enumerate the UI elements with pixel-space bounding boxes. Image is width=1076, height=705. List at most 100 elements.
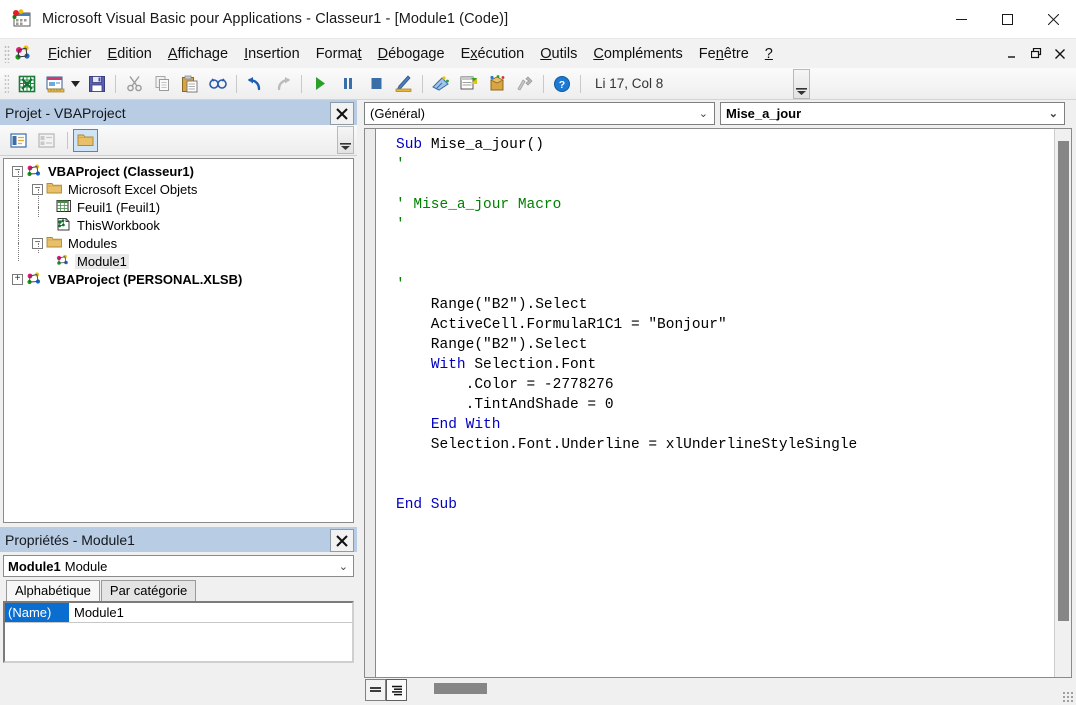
insert-userform-icon[interactable]	[42, 72, 68, 96]
object-browser-icon[interactable]	[484, 72, 510, 96]
properties-object-combo[interactable]: Module1 Module ⌄	[3, 555, 354, 577]
code-line: ' Mise_a_jour Macro	[396, 195, 1071, 215]
full-module-view-button[interactable]	[386, 679, 407, 701]
properties-tabs: Alphabétique Par catégorie	[6, 580, 357, 601]
redo-icon[interactable]	[270, 72, 296, 96]
tree-node-modules[interactable]: − Modules	[4, 225, 353, 252]
project-explorer-title-bar[interactable]: Projet - VBAProject	[0, 100, 357, 125]
project-explorer-close-button[interactable]	[330, 102, 354, 125]
code-horizontal-scroll-thumb[interactable]	[434, 683, 487, 694]
maximize-button[interactable]	[984, 0, 1030, 39]
toolbox-icon[interactable]	[512, 72, 538, 96]
window-resize-grip[interactable]	[1062, 691, 1074, 703]
tree-node-label: VBAProject (PERSONAL.XLSB)	[48, 271, 243, 287]
toolbar-separator	[115, 74, 116, 93]
view-code-icon[interactable]	[6, 129, 31, 152]
menu-complements[interactable]: Compléments	[586, 43, 689, 65]
close-button[interactable]	[1030, 0, 1076, 39]
tree-node-vbaproject-classeur1[interactable]: − VBAProject (Classeur1)	[4, 162, 353, 180]
tab-par-categorie[interactable]: Par catégorie	[100, 580, 197, 601]
view-object-icon[interactable]	[34, 129, 59, 152]
break-icon[interactable]	[335, 72, 361, 96]
menu-fenetre[interactable]: Fenêtre	[692, 43, 756, 65]
code-horizontal-scrollbar[interactable]	[417, 682, 1074, 698]
toolbar-separator	[543, 74, 544, 93]
tree-node-feuil1[interactable]: Feuil1 (Feuil1)	[4, 189, 353, 216]
code-line: Range("B2").Select	[396, 335, 1071, 355]
property-row[interactable]: (Name) Module1	[5, 603, 352, 623]
chevron-down-icon[interactable]: ⌄	[339, 560, 348, 573]
view-excel-icon[interactable]	[14, 72, 40, 96]
code-line: .Color = -2778276	[396, 375, 1071, 395]
menu-debogage[interactable]: Débogage	[371, 43, 452, 65]
design-mode-icon[interactable]	[391, 72, 417, 96]
vba-logo-icon	[14, 44, 34, 64]
chevron-down-icon[interactable]: ⌄	[1049, 107, 1058, 120]
code-token: Selection.Font	[474, 357, 597, 373]
property-value-cell[interactable]: Module1	[69, 603, 352, 622]
project-tree[interactable]: − VBAProject (Classeur1) − Microsoft Exc…	[3, 158, 354, 523]
tree-node-microsoft-excel-objets[interactable]: − Microsoft Excel Objets	[4, 171, 353, 198]
save-icon[interactable]	[84, 72, 110, 96]
chevron-down-icon[interactable]: ⌄	[699, 107, 708, 120]
tree-expander-icon[interactable]: +	[12, 273, 23, 285]
menu-fichier[interactable]: FFichierichier	[41, 43, 99, 65]
code-margin-indicator-bar[interactable]	[365, 129, 376, 677]
code-line: Selection.Font.Underline = xlUnderlineSt…	[396, 435, 1071, 455]
code-token: Selection.Font.Underline = xlUnderlineSt…	[396, 437, 858, 453]
cut-icon[interactable]	[121, 72, 147, 96]
menu-outils[interactable]: Outils	[533, 43, 584, 65]
vba-app-icon	[11, 9, 33, 29]
toolbar-grip-handle[interactable]	[4, 73, 9, 94]
menu-execution[interactable]: Exécution	[454, 43, 532, 65]
help-icon[interactable]: ?	[549, 72, 575, 96]
copy-icon[interactable]	[149, 72, 175, 96]
toggle-folders-icon[interactable]	[73, 128, 98, 152]
project-explorer-icon[interactable]	[428, 72, 454, 96]
code-token: Mise_a_jour()	[430, 137, 544, 153]
properties-title-bar[interactable]: Propriétés - Module1	[0, 527, 357, 552]
undo-icon[interactable]	[242, 72, 268, 96]
tree-node-module1[interactable]: Module1	[4, 243, 353, 270]
project-toolbar-overflow-button[interactable]	[337, 126, 354, 154]
code-token: End With	[430, 417, 501, 433]
tree-node-vbaproject-personal[interactable]: + VBAProject (PERSONAL.XLSB)	[4, 270, 353, 288]
code-vertical-scroll-thumb[interactable]	[1058, 141, 1069, 621]
properties-close-button[interactable]	[330, 529, 354, 552]
object-combo-value: (Général)	[370, 106, 425, 121]
code-editor-area[interactable]: Sub Mise_a_jour() ' ' Mise_a_jour Macro ' …	[364, 128, 1072, 678]
paste-icon[interactable]	[177, 72, 203, 96]
mdi-minimize-button[interactable]	[1000, 43, 1024, 65]
code-vertical-scrollbar[interactable]	[1054, 129, 1071, 677]
menu-format[interactable]: Format	[309, 43, 369, 65]
toolbar-separator	[301, 74, 302, 93]
procedure-combo[interactable]: Mise_a_jour ⌄	[720, 102, 1065, 125]
run-icon[interactable]	[307, 72, 333, 96]
menu-grip-handle[interactable]	[4, 44, 10, 63]
properties-grid[interactable]: (Name) Module1	[3, 601, 354, 663]
code-text[interactable]: Sub Mise_a_jour() ' ' Mise_a_jour Macro ' …	[376, 129, 1071, 677]
chevron-down-icon[interactable]	[69, 72, 81, 96]
find-icon[interactable]	[205, 72, 231, 96]
toolbar-separator	[580, 74, 581, 93]
code-token: Sub	[396, 137, 431, 153]
properties-panel: Propriétés - Module1 Module1 Module ⌄ Al…	[0, 527, 357, 705]
menu-aide[interactable]: ?	[758, 43, 780, 65]
tree-node-label: ThisWorkbook	[77, 217, 160, 233]
module-icon	[55, 253, 73, 269]
properties-window-icon[interactable]	[456, 72, 482, 96]
menu-insertion[interactable]: Insertion	[237, 43, 307, 65]
object-combo[interactable]: (Général) ⌄	[364, 102, 715, 125]
reset-icon[interactable]	[363, 72, 389, 96]
minimize-button[interactable]	[938, 0, 984, 39]
mdi-restore-button[interactable]	[1024, 43, 1048, 65]
menu-affichage[interactable]: Affichage	[161, 43, 235, 65]
mdi-close-button[interactable]	[1048, 43, 1072, 65]
toolbar-separator	[236, 74, 237, 93]
toolbar-overflow-button[interactable]	[793, 69, 810, 99]
tab-alphabetique[interactable]: Alphabétique	[6, 580, 100, 601]
menu-edition[interactable]: Edition	[101, 43, 159, 65]
procedure-view-button[interactable]	[365, 679, 386, 701]
tree-node-thisworkbook[interactable]: ThisWorkbook	[4, 207, 353, 234]
